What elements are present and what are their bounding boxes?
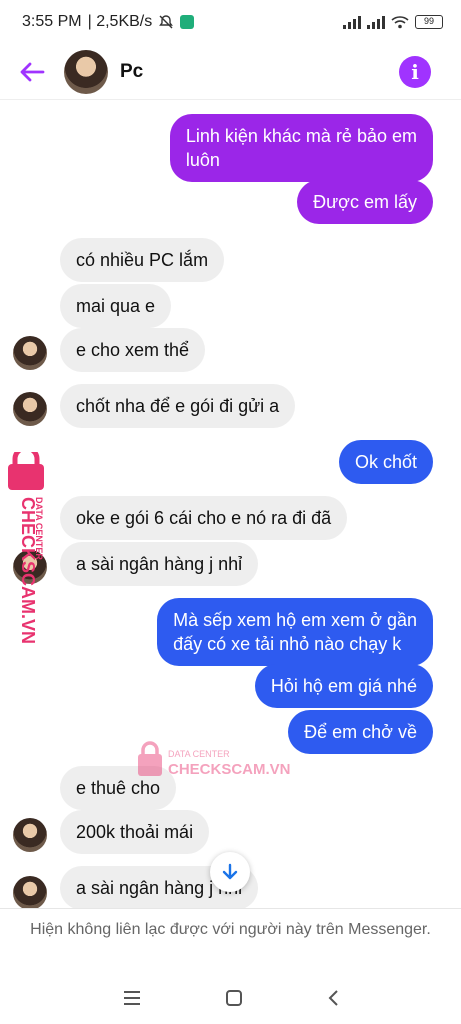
message-text: chốt nha để e gói đi gửi a bbox=[76, 396, 280, 416]
message-bubble-incoming[interactable]: e cho xem thể bbox=[60, 328, 206, 372]
scroll-to-bottom-button[interactable] bbox=[210, 852, 250, 892]
status-speed: | 2,5KB/s bbox=[87, 13, 153, 30]
message-text: Hỏi hộ em giá nhé bbox=[270, 676, 417, 696]
signal-icon bbox=[343, 15, 361, 29]
message-text: e cho xem thể bbox=[76, 340, 190, 360]
wifi-icon bbox=[391, 16, 409, 29]
message-text: a sài ngân hàng j nhỉ bbox=[76, 554, 243, 574]
system-nav-bar bbox=[0, 972, 461, 1024]
status-time: 3:55 PM bbox=[22, 13, 82, 30]
message-text: Để em chở về bbox=[304, 722, 417, 742]
message-text: Mà sếp xem hộ em xem ở gần bbox=[173, 610, 417, 630]
message-bubble-outgoing[interactable]: Ok chốt bbox=[338, 440, 433, 484]
message-text: 200k thoải mái bbox=[76, 822, 194, 842]
contact-avatar[interactable] bbox=[64, 49, 108, 94]
signal-2-icon bbox=[367, 15, 385, 29]
app-notification-icon bbox=[180, 15, 195, 29]
bell-muted-icon bbox=[159, 15, 174, 29]
message-text: luôn bbox=[185, 150, 220, 170]
message-bubble-incoming[interactable]: oke e gói 6 cái cho e nó ra đi đã bbox=[60, 496, 348, 540]
message-bubble-outgoing[interactable]: Để em chở về bbox=[288, 710, 433, 754]
message-bubble-outgoing[interactable]: Linh kiện khác mà rẻ bảo em luôn bbox=[169, 114, 433, 182]
sender-avatar[interactable] bbox=[13, 876, 47, 908]
message-bubble-outgoing[interactable]: Mà sếp xem hộ em xem ở gần đấy có xe tải… bbox=[157, 598, 433, 666]
message-bubble-incoming[interactable]: 200k thoải mái bbox=[60, 810, 210, 854]
home-icon[interactable] bbox=[225, 989, 243, 1007]
message-bubble-incoming[interactable]: có nhiều PC lắm bbox=[60, 238, 225, 282]
status-left: 3:55 PM | 2,5KB/s bbox=[22, 13, 195, 31]
sender-avatar[interactable] bbox=[13, 336, 47, 370]
message-bubble-outgoing[interactable]: Hỏi hộ em giá nhé bbox=[254, 664, 433, 708]
status-bar: 3:55 PM | 2,5KB/s 99 bbox=[0, 0, 461, 44]
message-text: đấy có xe tải nhỏ nào chạy k bbox=[173, 634, 402, 654]
unavailable-notice: Hiện không liên lạc được với người này t… bbox=[0, 908, 461, 970]
menu-icon[interactable] bbox=[122, 990, 142, 1006]
info-icon: i bbox=[411, 60, 419, 84]
back-nav-icon[interactable] bbox=[326, 989, 340, 1007]
message-text: e thuê cho bbox=[76, 778, 161, 798]
message-bubble-incoming[interactable]: mai qua e bbox=[60, 284, 172, 328]
message-text: Linh kiện khác mà rẻ bảo em bbox=[185, 126, 417, 146]
back-button[interactable] bbox=[0, 44, 64, 100]
message-list[interactable]: Linh kiện khác mà rẻ bảo em luôn Được em… bbox=[0, 100, 461, 908]
status-right: 99 bbox=[343, 15, 443, 29]
message-text: mai qua e bbox=[76, 296, 156, 316]
message-text: oke e gói 6 cái cho e nó ra đi đã bbox=[76, 508, 332, 528]
message-text: Được em lấy bbox=[313, 192, 417, 212]
arrow-down-icon bbox=[222, 863, 238, 880]
message-bubble-incoming[interactable]: e thuê cho bbox=[60, 766, 177, 810]
conversation-header: Pc i bbox=[0, 44, 461, 100]
message-text: có nhiều PC lắm bbox=[76, 250, 209, 270]
message-bubble-incoming[interactable]: a sài ngân hàng j nhỉ bbox=[60, 542, 259, 586]
message-bubble-incoming[interactable]: chốt nha để e gói đi gửi a bbox=[60, 384, 296, 428]
contact-name[interactable]: Pc bbox=[120, 61, 143, 83]
sender-avatar[interactable] bbox=[13, 550, 47, 584]
message-bubble-outgoing[interactable]: Được em lấy bbox=[297, 180, 433, 224]
battery-icon: 99 bbox=[415, 15, 443, 29]
sender-avatar[interactable] bbox=[13, 818, 47, 852]
info-button[interactable]: i bbox=[399, 56, 431, 88]
message-text: Ok chốt bbox=[354, 452, 417, 472]
arrow-left-icon bbox=[20, 62, 45, 81]
sender-avatar[interactable] bbox=[13, 392, 47, 426]
